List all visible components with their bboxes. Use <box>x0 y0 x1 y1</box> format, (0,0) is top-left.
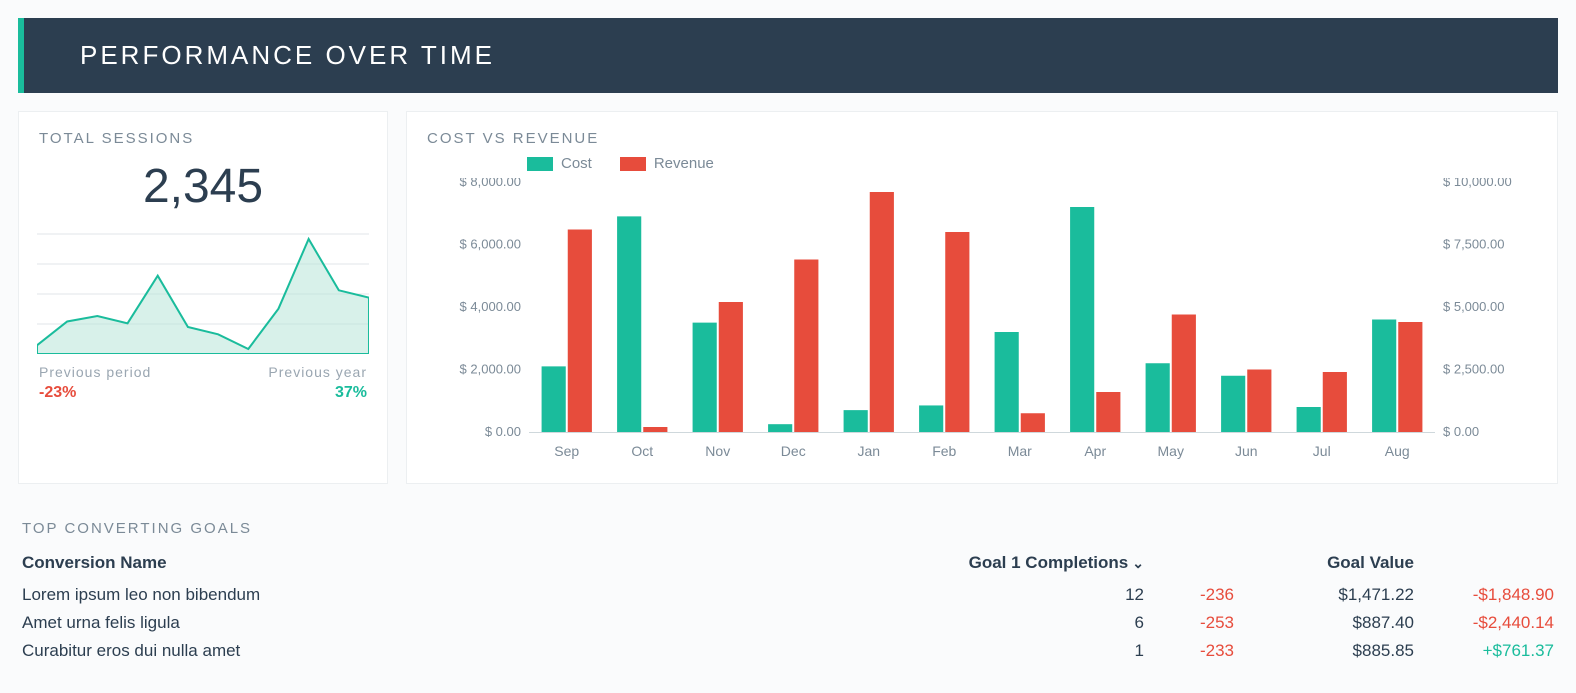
goal-name: Curabitur eros dui nulla amet <box>18 637 948 665</box>
svg-text:$ 5,000.00: $ 5,000.00 <box>1443 299 1504 314</box>
goals-table: Conversion Name Goal 1 Completions⌄ Goal… <box>18 545 1558 665</box>
col-goal-value[interactable]: Goal Value <box>1238 545 1418 581</box>
svg-text:Sep: Sep <box>554 443 579 459</box>
svg-text:Aug: Aug <box>1385 443 1410 459</box>
sessions-title: TOTAL SESSIONS <box>19 112 387 155</box>
svg-text:Oct: Oct <box>631 443 653 459</box>
goal-value: $885.85 <box>1238 637 1418 665</box>
prev-period-block: Previous period -23% <box>39 364 151 402</box>
total-sessions-card: TOTAL SESSIONS 2,345 Previous period -23… <box>18 111 388 484</box>
goal-completions: 12 <box>948 581 1148 609</box>
goal-value-delta: +$761.37 <box>1418 637 1558 665</box>
svg-text:$ 6,000.00: $ 6,000.00 <box>460 237 521 252</box>
legend-revenue: Revenue <box>620 155 714 172</box>
goal-completions-delta: -233 <box>1148 637 1238 665</box>
col-conversion-name[interactable]: Conversion Name <box>18 545 948 581</box>
svg-text:$ 0.00: $ 0.00 <box>485 424 521 439</box>
table-row: Curabitur eros dui nulla amet1-233$885.8… <box>18 637 1558 665</box>
col-completions[interactable]: Goal 1 Completions⌄ <box>948 545 1148 581</box>
svg-text:$ 8,000.00: $ 8,000.00 <box>460 178 521 189</box>
prev-period-value: -23% <box>39 384 151 402</box>
goal-value: $887.40 <box>1238 609 1418 637</box>
svg-text:Feb: Feb <box>932 443 956 459</box>
svg-text:Apr: Apr <box>1084 443 1106 459</box>
sessions-sparkline <box>37 224 369 354</box>
svg-text:$ 10,000.00: $ 10,000.00 <box>1443 178 1512 189</box>
legend-revenue-label: Revenue <box>654 155 714 172</box>
goal-completions: 1 <box>948 637 1148 665</box>
goal-value: $1,471.22 <box>1238 581 1418 609</box>
legend-revenue-swatch <box>620 157 646 171</box>
goal-name: Lorem ipsum leo non bibendum <box>18 581 948 609</box>
cvr-chart: $ 0.00 $ 2,000.00 $ 4,000.00 $ 6,000.00 $ 8,… <box>427 178 1537 468</box>
goals-card: TOP CONVERTING GOALS Conversion Name Goa… <box>18 502 1558 665</box>
svg-text:Jun: Jun <box>1235 443 1258 459</box>
goal-completions-delta: -253 <box>1148 609 1238 637</box>
svg-text:Jul: Jul <box>1313 443 1331 459</box>
goal-completions: 6 <box>948 609 1148 637</box>
svg-text:Mar: Mar <box>1008 443 1032 459</box>
legend-cost-swatch <box>527 157 553 171</box>
goal-value-delta: -$1,848.90 <box>1418 581 1558 609</box>
goal-value-delta: -$2,440.14 <box>1418 609 1558 637</box>
prev-year-label: Previous year <box>268 364 367 380</box>
svg-text:$ 2,500.00: $ 2,500.00 <box>1443 362 1504 377</box>
svg-text:$ 0.00: $ 0.00 <box>1443 424 1479 439</box>
prev-period-label: Previous period <box>39 364 151 380</box>
cvr-legend: Cost Revenue <box>527 155 1537 172</box>
prev-year-block: Previous year 37% <box>268 364 367 402</box>
legend-cost: Cost <box>527 155 592 172</box>
table-row: Amet urna felis ligula6-253$887.40-$2,44… <box>18 609 1558 637</box>
prev-year-value: 37% <box>268 384 367 402</box>
goal-name: Amet urna felis ligula <box>18 609 948 637</box>
svg-text:Jan: Jan <box>857 443 880 459</box>
page-title: PERFORMANCE OVER TIME <box>18 18 1558 93</box>
svg-text:$ 4,000.00: $ 4,000.00 <box>460 299 521 314</box>
svg-text:Nov: Nov <box>705 443 730 459</box>
svg-text:$ 7,500.00: $ 7,500.00 <box>1443 237 1504 252</box>
col-completions-label: Goal 1 Completions <box>969 553 1129 572</box>
chevron-down-icon: ⌄ <box>1132 555 1144 571</box>
legend-cost-label: Cost <box>561 155 592 172</box>
cvr-title: COST VS REVENUE <box>407 112 1557 155</box>
svg-text:$ 2,000.00: $ 2,000.00 <box>460 362 521 377</box>
cost-vs-revenue-card: COST VS REVENUE Cost Revenue $ 0.00 $ 2,0… <box>406 111 1558 484</box>
goal-completions-delta: -236 <box>1148 581 1238 609</box>
svg-text:May: May <box>1158 443 1184 459</box>
svg-text:Dec: Dec <box>781 443 806 459</box>
goals-title: TOP CONVERTING GOALS <box>18 502 1558 545</box>
table-row: Lorem ipsum leo non bibendum12-236$1,471… <box>18 581 1558 609</box>
sessions-value: 2,345 <box>19 159 387 214</box>
